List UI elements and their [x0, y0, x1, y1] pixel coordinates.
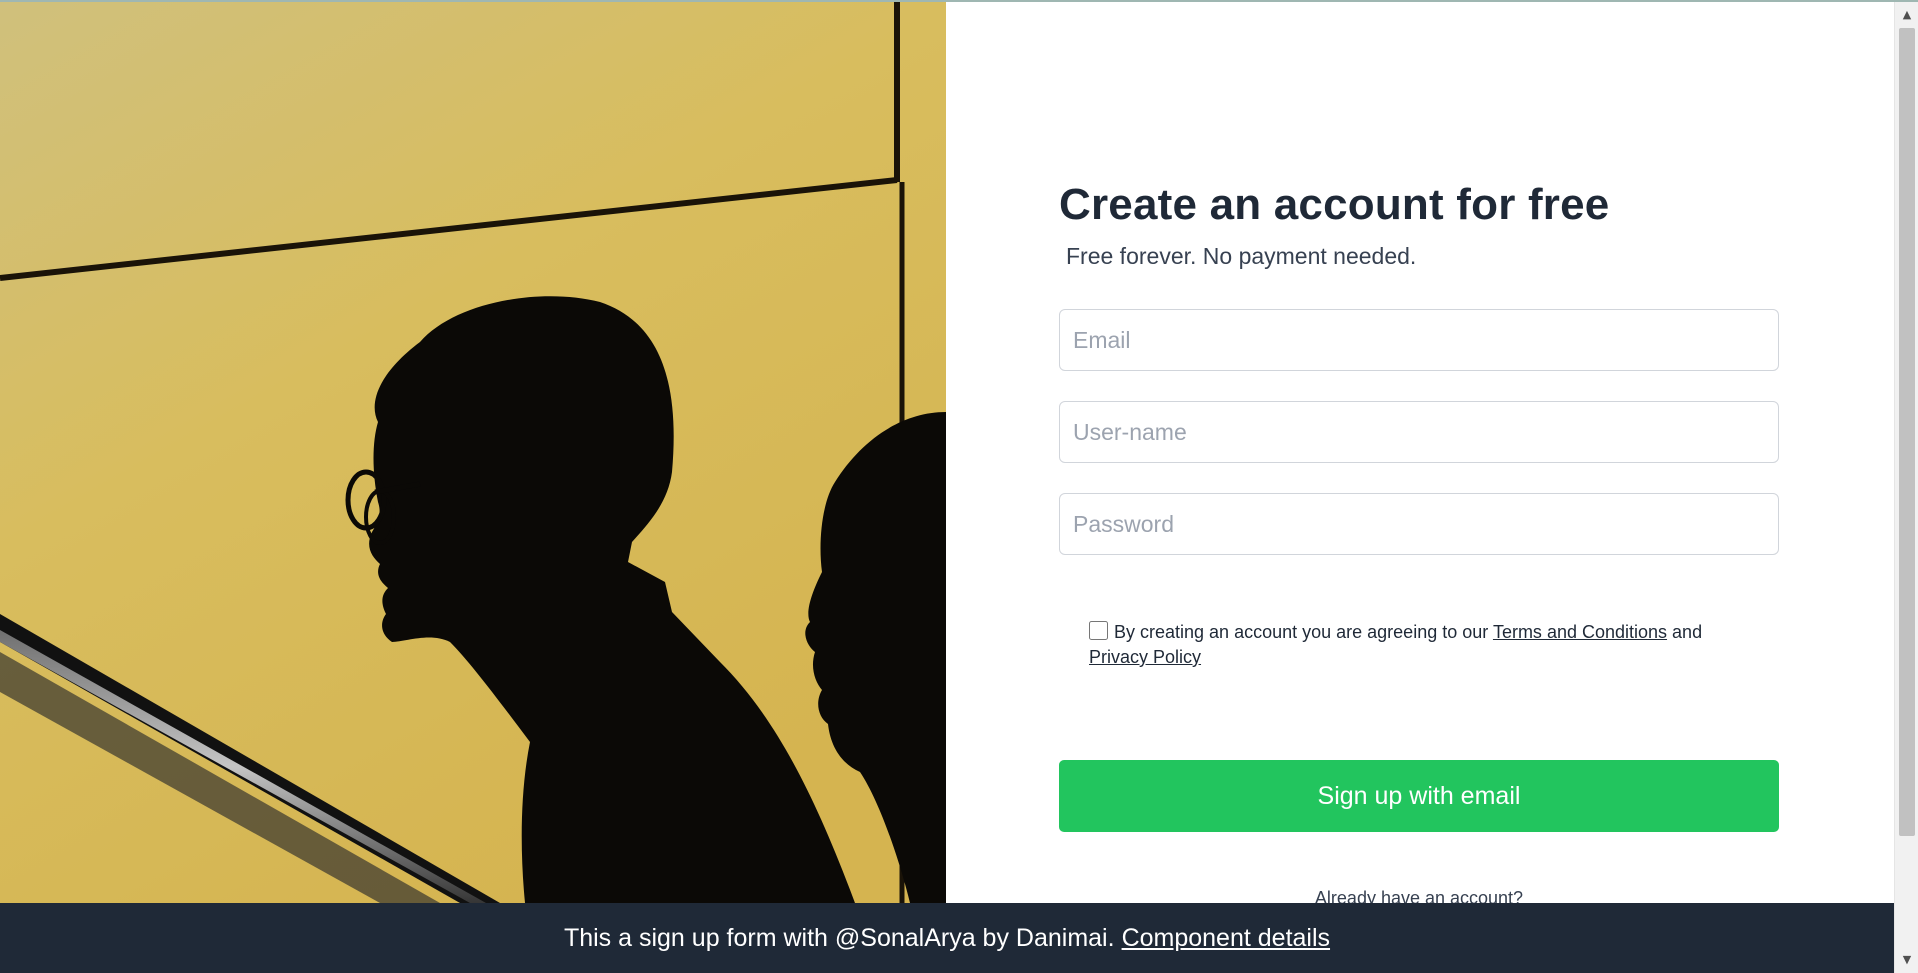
scrollbar-thumb[interactable] — [1899, 28, 1915, 836]
agree-text: By creating an account you are agreeing … — [1114, 622, 1489, 642]
component-details-link[interactable]: Component details — [1122, 924, 1330, 953]
silhouette-photo-icon — [0, 2, 946, 903]
terms-checkbox[interactable] — [1089, 621, 1108, 640]
signup-button[interactable]: Sign up with email — [1059, 760, 1779, 832]
agree-and-text: and — [1672, 622, 1703, 642]
form-title: Create an account for free — [1059, 180, 1610, 229]
chevron-down-icon[interactable]: ▼ — [1895, 949, 1918, 969]
terms-agreement: By creating an account you are agreeing … — [1089, 620, 1729, 670]
page: Create an account for free Free forever.… — [0, 0, 1918, 973]
banner-text: This a sign up form with @SonalArya by D… — [563, 923, 1115, 952]
chevron-up-icon[interactable]: ▲ — [1895, 4, 1918, 24]
username-field[interactable] — [1059, 401, 1779, 463]
form-subtitle: Free forever. No payment needed. — [1066, 243, 1417, 269]
signup-form: Create an account for free Free forever.… — [1059, 0, 1780, 908]
privacy-link[interactable]: Privacy Policy — [1089, 647, 1201, 667]
terms-link[interactable]: Terms and Conditions — [1493, 622, 1667, 642]
password-field[interactable] — [1059, 493, 1779, 555]
vertical-scrollbar[interactable]: ▲ ▼ — [1894, 2, 1918, 973]
email-field[interactable] — [1059, 309, 1779, 371]
footer-banner: This a sign up form with @SonalArya by D… — [0, 903, 1894, 973]
signup-photo — [0, 2, 946, 903]
